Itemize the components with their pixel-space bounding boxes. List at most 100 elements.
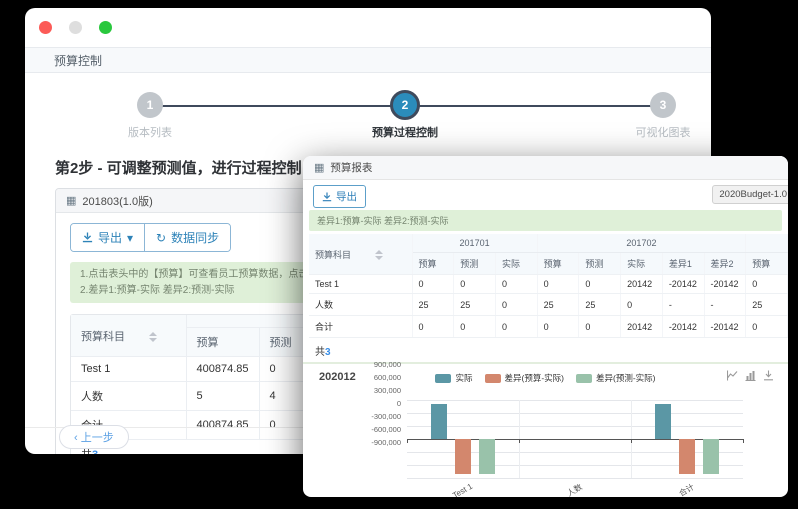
step-visual-charts[interactable]: 3 可视化图表	[603, 92, 711, 140]
version-select[interactable]: 2020Budget-1.0	[712, 185, 788, 204]
cell-value: 20142	[621, 275, 663, 294]
window-titlebar	[25, 8, 711, 47]
cell-value: 5	[186, 382, 259, 411]
table-header-row: 预算科目201701201702	[309, 234, 788, 253]
step-label: 版本列表	[90, 124, 210, 140]
export-dropdown-button[interactable]: 导出 ▾	[71, 224, 144, 251]
line-chart-icon[interactable]	[727, 370, 738, 381]
legend-swatch	[435, 374, 451, 383]
x-axis-category-label: Test 1	[451, 482, 474, 497]
column-header[interactable]: 预算	[186, 328, 259, 357]
bar-chart-icon[interactable]	[745, 370, 756, 381]
step-process-control[interactable]: 2 预算过程控制	[345, 90, 465, 140]
cell-value: -	[704, 294, 746, 316]
budget-bar-chart: 202012 实际差异(预算-实际)差异(预测-实际) 900,000600,0…	[303, 364, 788, 497]
version-panel-title: 201803(1.0版)	[82, 193, 152, 209]
sort-asc-icon	[149, 332, 157, 336]
data-sync-button[interactable]: ↻ 数据同步	[144, 224, 230, 251]
wizard-stepper: 1 版本列表 2 预算过程控制 3 可视化图表	[25, 73, 711, 145]
cell-value: 0	[746, 275, 788, 294]
cell-value: 0	[621, 294, 663, 316]
cell-value: -20142	[704, 316, 746, 338]
cell-value: -20142	[704, 275, 746, 294]
chevron-down-icon: ▾	[127, 231, 133, 245]
y-axis-tick-label: -600,000	[341, 425, 401, 434]
cell-value: 0	[537, 316, 579, 338]
step-circle[interactable]: 2	[390, 90, 420, 120]
column-header[interactable]: 实际	[621, 253, 663, 275]
report-table: 预算科目201701201702预算预测实际预算预测实际差异1差异2预算Test…	[309, 234, 788, 338]
bar-group	[407, 400, 519, 478]
sort-icon[interactable]	[149, 332, 157, 342]
sort-asc-icon	[375, 250, 383, 254]
sort-desc-icon	[375, 256, 383, 260]
cell-value: 400874.85	[186, 357, 259, 382]
total-prefix: 共	[315, 347, 325, 358]
cell-value: 25	[454, 294, 496, 316]
cell-value: -20142	[662, 275, 704, 294]
cell-value: 0	[579, 275, 621, 294]
save-image-icon[interactable]	[763, 370, 774, 381]
chart-x-labels: Test 1人数合计	[407, 480, 743, 497]
export-label: 导出	[336, 189, 357, 204]
export-button[interactable]: 导出	[313, 185, 366, 208]
bar-1	[655, 404, 671, 439]
cell-value: 0	[412, 275, 454, 294]
legend-item[interactable]: 实际	[435, 372, 472, 384]
legend-item[interactable]: 差异(预算-实际)	[485, 372, 565, 384]
cell-value: -	[662, 294, 704, 316]
report-toolbar: 导出 2020Budget-1.0	[303, 180, 788, 210]
minimize-window-button[interactable]	[69, 21, 82, 34]
diff-legend-alert: 差异1:预算-实际 差异2:预测-实际	[309, 210, 782, 231]
sort-icon[interactable]	[375, 250, 383, 260]
period-group-header: 201701	[412, 234, 537, 253]
y-axis-tick-label: 300,000	[341, 386, 401, 395]
column-header[interactable]: 实际	[495, 253, 537, 275]
period-group-header	[746, 234, 788, 253]
page-title: 预算控制	[25, 47, 711, 73]
column-header[interactable]: 预算	[537, 253, 579, 275]
cell-value: 0	[537, 275, 579, 294]
legend-swatch	[485, 374, 501, 383]
column-header[interactable]: 预算	[412, 253, 454, 275]
maximize-window-button[interactable]	[99, 21, 112, 34]
previous-step-button[interactable]: ‹ 上一步	[59, 425, 129, 449]
column-header[interactable]: 差异2	[704, 253, 746, 275]
cell-value: 0	[495, 275, 537, 294]
download-icon	[322, 192, 332, 202]
step-circle[interactable]: 1	[137, 92, 163, 118]
report-header: ▦ 预算报表	[303, 156, 788, 180]
step-circle[interactable]: 3	[650, 92, 676, 118]
column-header[interactable]: 差异1	[662, 253, 704, 275]
report-title: 预算报表	[330, 160, 372, 175]
column-header[interactable]: 预测	[454, 253, 496, 275]
cell-value: 0	[495, 294, 537, 316]
table-row: 合计0000020142-20142-201420	[309, 316, 788, 338]
bar-group	[631, 400, 743, 478]
page-title-text: 预算控制	[54, 52, 102, 69]
column-header-subject[interactable]: 预算科目	[309, 234, 412, 275]
column-header-subject[interactable]: 预算科目	[71, 315, 186, 357]
close-window-button[interactable]	[39, 21, 52, 34]
column-header[interactable]: 预算	[746, 253, 788, 275]
column-header[interactable]: 预测	[579, 253, 621, 275]
chevron-left-icon: ‹	[74, 432, 78, 444]
cell-value: 0	[746, 316, 788, 338]
cell-value: 25	[579, 294, 621, 316]
x-axis-category-label: 合计	[677, 482, 696, 497]
legend-label: 差异(预算-实际)	[505, 372, 565, 384]
step-version-list[interactable]: 1 版本列表	[90, 92, 210, 140]
cell-value: 0	[454, 275, 496, 294]
cell-value: 25	[537, 294, 579, 316]
legend-item[interactable]: 差异(预测-实际)	[576, 372, 656, 384]
bar-3	[479, 439, 495, 474]
row-subject: 人数	[71, 382, 186, 411]
gridline	[407, 478, 743, 479]
row-subject: 合计	[309, 316, 412, 338]
row-subject: Test 1	[309, 275, 412, 294]
budget-report-window: ▦ 预算报表 导出 2020Budget-1.0 差异1:预算-实际 差异2:预…	[303, 156, 788, 497]
bar-3	[703, 439, 719, 474]
chart-plot-area	[407, 400, 743, 478]
previous-step-label: 上一步	[81, 432, 114, 444]
y-axis-tick-label: 0	[341, 399, 401, 408]
